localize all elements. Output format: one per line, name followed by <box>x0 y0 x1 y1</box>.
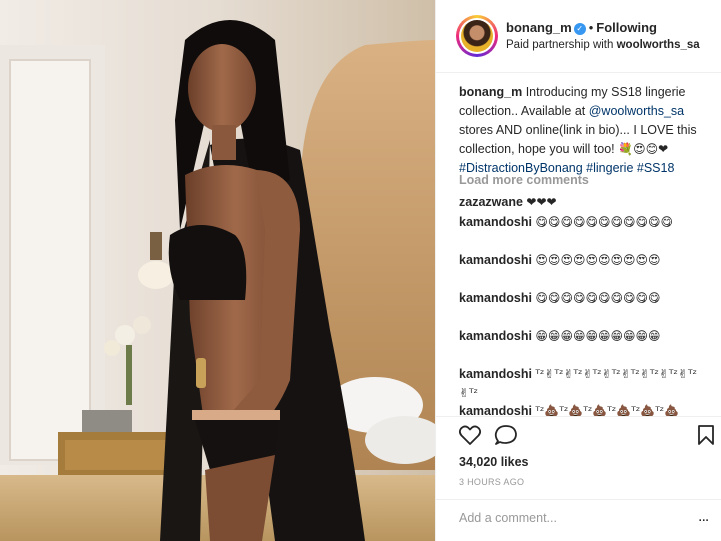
add-comment-bar: ... <box>436 499 721 541</box>
heart-icon[interactable] <box>458 424 482 446</box>
comment-username[interactable]: zazazwane <box>459 195 523 209</box>
verified-badge-icon: ✓ <box>573 23 586 35</box>
comment-username[interactable]: kamandoshi <box>459 367 532 381</box>
comment-icon[interactable] <box>494 424 518 446</box>
comments-section: bonang_m Introducing my SS18 lingerie co… <box>436 73 721 416</box>
comment-text: ᵀᶻ💩ᵀᶻ💩ᵀᶻ💩ᵀᶻ💩ᵀᶻ💩ᵀᶻ💩 <box>535 404 680 416</box>
following-button[interactable]: Following <box>596 20 657 35</box>
comment-username[interactable]: kamandoshi <box>459 253 532 267</box>
likes-count[interactable]: 34,020 likes <box>459 455 529 469</box>
avatar[interactable] <box>456 15 498 57</box>
paid-partnership-label: Paid partnership with woolworths_sa <box>506 39 700 51</box>
comment-item: zazazwane ❤❤❤ <box>459 193 707 212</box>
post-photo[interactable] <box>0 0 435 541</box>
comment-item: kamandoshi 😋😋😋😋😋😋😋😋😋😋 <box>459 289 707 308</box>
comment-text: 😋😋😋😋😋😋😋😋😋😋 <box>535 291 661 305</box>
partner-link[interactable]: woolworths_sa <box>617 39 700 51</box>
comment-username[interactable]: kamandoshi <box>459 329 532 343</box>
comment-username[interactable]: kamandoshi <box>459 291 532 305</box>
comment-item: kamandoshi ᵀᶻ✌ᵀᶻ✌ᵀᶻ✌ᵀᶻ✌ᵀᶻ✌ᵀᶻ✌ᵀᶻ✌ᵀᶻ✌ᵀᶻ✌ᵀᶻ <box>459 365 707 403</box>
post-timestamp[interactable]: 3 HOURS AGO <box>459 477 524 487</box>
comment-item: kamandoshi ᵀᶻ💩ᵀᶻ💩ᵀᶻ💩ᵀᶻ💩ᵀᶻ💩ᵀᶻ💩 <box>459 402 707 416</box>
load-more-comments-button[interactable]: Load more comments <box>459 173 589 187</box>
instagram-post: bonang_m ✓ • Following Paid partnership wit… <box>0 0 721 541</box>
mention-link[interactable]: @woolworths_sa <box>589 104 684 118</box>
comment-username[interactable]: kamandoshi <box>459 404 532 416</box>
add-comment-input[interactable] <box>457 510 691 526</box>
post-side-panel: bonang_m ✓ • Following Paid partnership wit… <box>435 0 721 541</box>
caption-username[interactable]: bonang_m <box>459 85 522 99</box>
post-header: bonang_m ✓ • Following Paid partnership wit… <box>436 0 721 73</box>
comment-text: 😋😋😋😋😋😋😋😋😋😋😋 <box>535 215 674 229</box>
comment-text: 😍😍😍😍😍😍😍😍😍😍 <box>535 253 661 267</box>
comment-text: 😁😁😁😁😁😁😁😁😁😁 <box>535 329 661 343</box>
separator-dot: • <box>588 20 594 35</box>
comment-item: kamandoshi 😁😁😁😁😁😁😁😁😁😁 <box>459 327 707 346</box>
comment-username[interactable]: kamandoshi <box>459 215 532 229</box>
comment-item: kamandoshi 😋😋😋😋😋😋😋😋😋😋😋 <box>459 213 707 232</box>
comment-text: ❤❤❤ <box>526 195 557 209</box>
more-options-icon[interactable]: ... <box>698 508 709 526</box>
bookmark-icon[interactable] <box>697 424 715 446</box>
caption-emojis: 💐😍😊❤ <box>618 142 669 156</box>
username-link[interactable]: bonang_m <box>506 20 572 35</box>
comment-item: kamandoshi 😍😍😍😍😍😍😍😍😍😍 <box>459 251 707 270</box>
caption: bonang_m Introducing my SS18 lingerie co… <box>459 83 707 178</box>
